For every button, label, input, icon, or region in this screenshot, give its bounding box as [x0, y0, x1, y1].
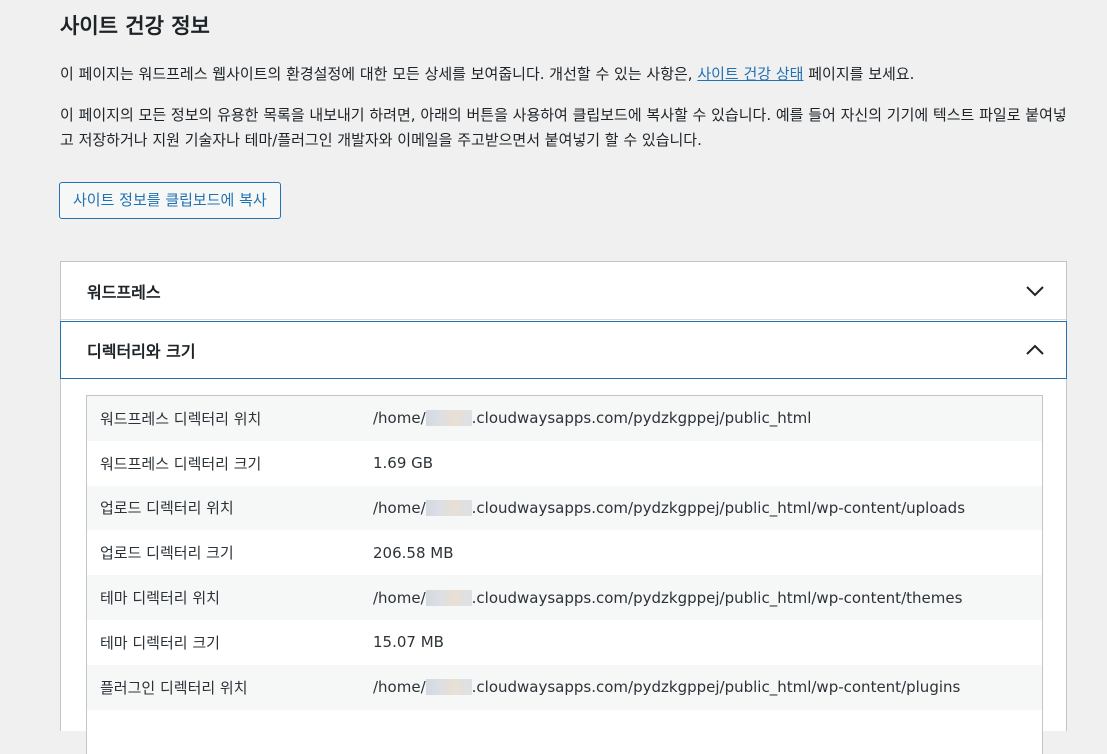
row-key: 테마 디렉터리 크기	[100, 633, 220, 652]
row-key: 플러그인 디렉터리 위치	[100, 678, 248, 697]
table-row: 업로드 디렉터리 크기 206.58 MB	[87, 530, 1042, 576]
row-key: 워드프레스 디렉터리 위치	[100, 409, 262, 428]
redacted-block	[425, 589, 472, 606]
page-title: 사이트 건강 정보	[60, 14, 210, 38]
row-value: /home/.cloudwaysapps.com/pydzkgppej/publ…	[373, 409, 812, 428]
table-row: 워드프레스 디렉터리 크기 1.69 GB	[87, 440, 1042, 486]
row-key: 워드프레스 디렉터리 크기	[100, 454, 262, 473]
table-row: 플러그인 디렉터리 위치 /home/.cloudwaysapps.com/py…	[87, 664, 1042, 710]
row-value: /home/.cloudwaysapps.com/pydzkgppej/publ…	[373, 678, 961, 697]
intro-paragraph: 이 페이지는 워드프레스 웹사이트의 환경설정에 대한 모든 상세를 보여줍니다…	[60, 62, 914, 87]
chevron-up-icon	[1026, 344, 1044, 355]
row-value: 206.58 MB	[373, 543, 454, 562]
chevron-down-icon	[1026, 285, 1044, 296]
table-row	[87, 709, 1042, 754]
row-value: 1.69 GB	[373, 454, 434, 473]
accordion-wordpress-label: 워드프레스	[87, 282, 161, 302]
accordion-wordpress[interactable]: 워드프레스	[61, 262, 1066, 320]
redacted-block	[425, 679, 472, 696]
row-key: 업로드 디렉터리 위치	[100, 499, 234, 518]
directory-info-table: 워드프레스 디렉터리 위치 /home/.cloudwaysapps.com/p…	[86, 395, 1043, 754]
accordion-directories-sizes[interactable]: 디렉터리와 크기	[60, 321, 1067, 379]
table-row: 테마 디렉터리 크기 15.07 MB	[87, 619, 1042, 665]
table-row: 업로드 디렉터리 위치 /home/.cloudwaysapps.com/pyd…	[87, 485, 1042, 531]
redacted-block	[425, 499, 472, 516]
table-row: 워드프레스 디렉터리 위치 /home/.cloudwaysapps.com/p…	[87, 396, 1042, 441]
row-value: /home/.cloudwaysapps.com/pydzkgppej/publ…	[373, 588, 963, 607]
row-key: 업로드 디렉터리 크기	[100, 544, 234, 563]
export-paragraph: 이 페이지의 모든 정보의 유용한 목록을 내보내기 하려면, 아래의 버튼을 …	[60, 106, 1067, 149]
site-info-accordion: 워드프레스 디렉터리와 크기 워드프레스 디렉터리 위치 /home/.clou…	[60, 261, 1067, 754]
site-health-status-link[interactable]: 사이트 건강 상태	[697, 65, 803, 83]
intro-suffix: 페이지를 보세요.	[803, 65, 915, 83]
copy-site-info-button[interactable]: 사이트 정보를 클립보드에 복사	[59, 182, 281, 219]
row-value: /home/.cloudwaysapps.com/pydzkgppej/publ…	[373, 498, 966, 517]
accordion-directories-label: 디렉터리와 크기	[87, 342, 196, 361]
redacted-block	[425, 410, 472, 427]
table-row: 테마 디렉터리 위치 /home/.cloudwaysapps.com/pydz…	[87, 575, 1042, 620]
row-key: 테마 디렉터리 위치	[100, 589, 220, 608]
intro-text: 이 페이지는 워드프레스 웹사이트의 환경설정에 대한 모든 상세를 보여줍니다…	[60, 65, 698, 83]
row-value: 15.07 MB	[373, 633, 444, 652]
